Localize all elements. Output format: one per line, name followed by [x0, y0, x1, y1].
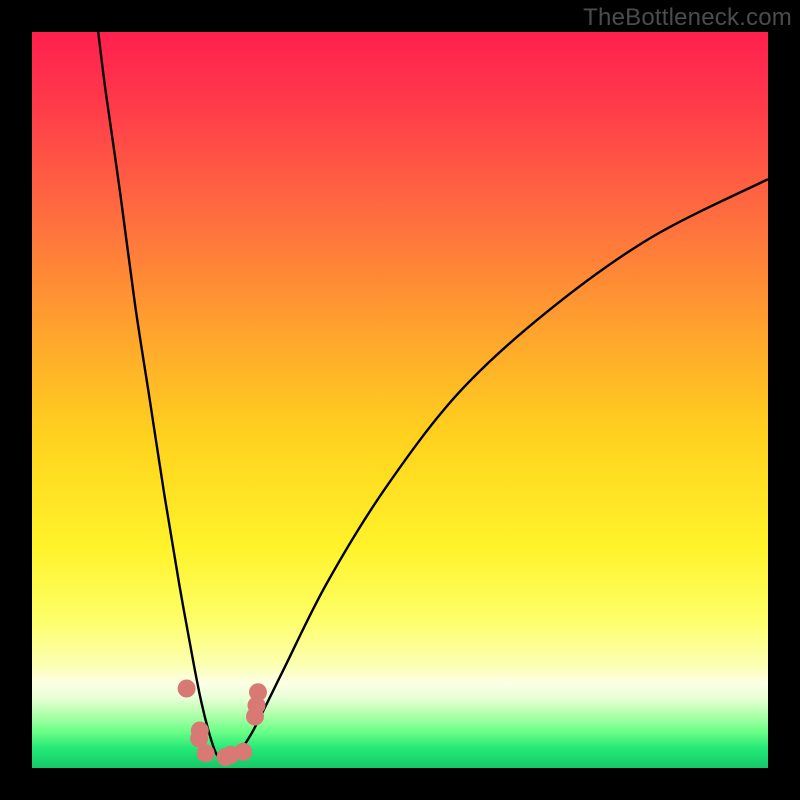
- watermark-text: TheBottleneck.com: [583, 4, 792, 32]
- curve-marker: [234, 743, 252, 761]
- chart-frame: TheBottleneck.com: [0, 0, 800, 800]
- curve-marker: [246, 708, 264, 726]
- chart-overlay: [32, 32, 768, 768]
- curve-markers: [178, 680, 267, 767]
- curve-marker: [249, 683, 267, 701]
- curve-marker: [197, 744, 215, 762]
- bottleneck-curve: [98, 32, 768, 762]
- curve-marker: [191, 722, 209, 740]
- chart-plot-area: [32, 32, 768, 768]
- curve-marker: [178, 680, 196, 698]
